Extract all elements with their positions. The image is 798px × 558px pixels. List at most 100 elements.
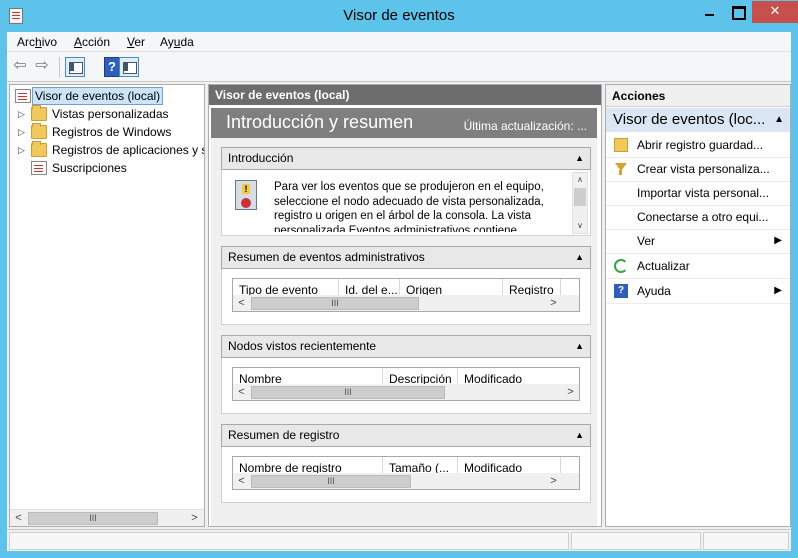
admin-events-table: Tipo de evento Id. del e... Origen Regis… [232, 278, 580, 312]
actions-group-event-viewer[interactable]: Visor de eventos (loc... ▲ [606, 108, 790, 132]
table-horizontal-scrollbar[interactable]: < III > [233, 295, 579, 311]
recent-nodes-table: Nombre Descripción Modificado < III > [232, 367, 580, 401]
collapse-icon[interactable]: ▲ [575, 247, 584, 268]
scroll-down-icon[interactable]: ∨ [573, 219, 587, 233]
folder-icon [31, 123, 47, 139]
introduction-text: Para ver los eventos que se produjeron e… [274, 181, 544, 232]
section-admin-events-summary: Resumen de eventos administrativos ▲ Tip… [221, 246, 591, 326]
status-segment [9, 532, 569, 550]
help-icon[interactable]: ? [104, 57, 120, 77]
scroll-thumb[interactable]: III [251, 386, 445, 399]
collapse-icon[interactable]: ▲ [575, 148, 584, 169]
scroll-left-icon[interactable]: < [233, 384, 250, 401]
column-header[interactable]: Tipo de evento [233, 279, 339, 295]
section-introduction: Introducción ▲ Para ver los eventos que … [221, 147, 591, 237]
action-create-custom-view[interactable]: Crear vista personaliza... [606, 158, 790, 182]
action-view[interactable]: Ver ▶ [606, 230, 790, 254]
logbook-icon [31, 161, 47, 175]
tree-item-custom-views[interactable]: ▷ Vistas personalizadas [10, 105, 204, 123]
close-button[interactable]: ✕ [752, 1, 798, 23]
event-viewer-window: Visor de eventos ✕ Archivo Acción Ver Ay… [0, 0, 798, 558]
expand-icon[interactable]: ▷ [18, 141, 26, 159]
menu-archivo[interactable]: Archivo [17, 35, 57, 49]
folder-icon [31, 141, 47, 157]
open-folder-icon [614, 138, 628, 152]
menu-ayuda[interactable]: Ayuda [160, 35, 194, 49]
toolbar: ⇦ ⇨ ? [7, 52, 791, 82]
section-header-log-summary[interactable]: Resumen de registro ▲ [221, 424, 591, 447]
section-header-recent-nodes[interactable]: Nodos vistos recientemente ▲ [221, 335, 591, 358]
center-pane-header: Visor de eventos (local) [209, 85, 601, 105]
introduction-vertical-scrollbar[interactable]: ∧ ∨ [572, 172, 588, 234]
actions-header: Acciones [606, 85, 790, 107]
tree-horizontal-scrollbar[interactable]: < III > [10, 509, 204, 526]
status-bar [7, 529, 791, 551]
expand-icon[interactable]: ▷ [18, 123, 26, 141]
show-hide-action-pane-icon[interactable] [119, 57, 139, 77]
column-header[interactable]: Tamaño (... [383, 457, 458, 473]
menu-ver[interactable]: Ver [127, 35, 145, 49]
table-horizontal-scrollbar[interactable]: < III > [233, 384, 579, 400]
folder-icon [31, 105, 47, 121]
action-refresh[interactable]: Actualizar [606, 255, 790, 279]
section-header-admin-events[interactable]: Resumen de eventos administrativos ▲ [221, 246, 591, 269]
scroll-left-icon[interactable]: < [10, 510, 27, 527]
overview-banner: Introducción y resumen Última actualizac… [211, 108, 597, 138]
column-header[interactable]: Modificado [458, 368, 579, 384]
section-log-summary: Resumen de registro ▲ Nombre de registro… [221, 424, 591, 504]
scroll-right-icon[interactable]: > [545, 473, 562, 490]
section-recent-nodes: Nodos vistos recientemente ▲ Nombre Desc… [221, 335, 591, 415]
scroll-right-icon[interactable]: > [545, 295, 562, 312]
action-import-custom-view[interactable]: Importar vista personal... [606, 182, 790, 206]
scroll-up-icon[interactable]: ∧ [573, 173, 587, 187]
tree-item-app-logs[interactable]: ▷ Registros de aplicaciones y s [10, 141, 204, 159]
column-header[interactable]: Descripción [383, 368, 458, 384]
console-tree: Visor de eventos (local) ▷ Vistas person… [9, 84, 205, 527]
collapse-icon[interactable]: ▲ [774, 108, 784, 132]
column-header[interactable]: Modificado [458, 457, 561, 473]
window-title: Visor de eventos [343, 7, 455, 24]
collapse-icon[interactable]: ▲ [575, 336, 584, 357]
section-header-introduction[interactable]: Introducción ▲ [221, 147, 591, 170]
event-log-icon [235, 180, 257, 210]
tree-item-subscriptions[interactable]: Suscripciones [10, 159, 204, 177]
action-connect-to-computer[interactable]: Conectarse a otro equi... [606, 206, 790, 230]
center-pane: Visor de eventos (local) Introducción y … [208, 84, 602, 527]
scroll-thumb[interactable]: III [28, 512, 158, 525]
back-arrow-icon[interactable]: ⇦ [11, 58, 29, 74]
client-area: Archivo Acción Ver Ayuda ⇦ ⇨ ? Visor de … [7, 32, 791, 551]
collapse-icon[interactable]: ▲ [575, 425, 584, 446]
table-horizontal-scrollbar[interactable]: < III > [233, 473, 579, 489]
scroll-right-icon[interactable]: > [186, 510, 203, 527]
admin-events-body: Tipo de evento Id. del e... Origen Regis… [221, 269, 591, 325]
column-header[interactable]: Origen [400, 279, 503, 295]
column-header[interactable]: Nombre [233, 368, 383, 384]
scroll-thumb[interactable]: III [251, 475, 411, 488]
action-open-saved-log[interactable]: Abrir registro guardad... [606, 134, 790, 158]
filter-icon [614, 162, 628, 176]
title-bar[interactable]: Visor de eventos ✕ [0, 0, 798, 32]
actions-pane: Acciones Visor de eventos (loc... ▲ Abri… [605, 84, 791, 527]
last-updated-text: Última actualización: ... [463, 119, 587, 133]
scroll-thumb[interactable]: III [251, 297, 419, 310]
minimize-button[interactable] [696, 1, 723, 23]
refresh-icon [614, 259, 628, 273]
scroll-left-icon[interactable]: < [233, 473, 250, 490]
scroll-left-icon[interactable]: < [233, 295, 250, 312]
overview-body: Introducción y resumen Última actualizac… [211, 108, 597, 526]
column-header[interactable]: Nombre de registro [233, 457, 383, 473]
event-viewer-icon [15, 89, 31, 103]
scroll-right-icon[interactable]: > [562, 384, 579, 401]
tree-root-event-viewer[interactable]: Visor de eventos (local) [11, 87, 164, 105]
maximize-button[interactable] [724, 1, 751, 23]
scroll-thumb[interactable] [574, 188, 586, 206]
column-header[interactable]: Id. del e... [339, 279, 400, 295]
column-header[interactable]: Registro [503, 279, 561, 295]
menu-accion[interactable]: Acción [74, 35, 110, 49]
action-help[interactable]: ? Ayuda ▶ [606, 280, 790, 304]
show-hide-console-tree-icon[interactable] [65, 57, 85, 77]
expand-icon[interactable]: ▷ [18, 105, 26, 123]
status-segment [571, 532, 701, 550]
tree-item-windows-logs[interactable]: ▷ Registros de Windows [10, 123, 204, 141]
forward-arrow-icon[interactable]: ⇨ [33, 58, 51, 74]
